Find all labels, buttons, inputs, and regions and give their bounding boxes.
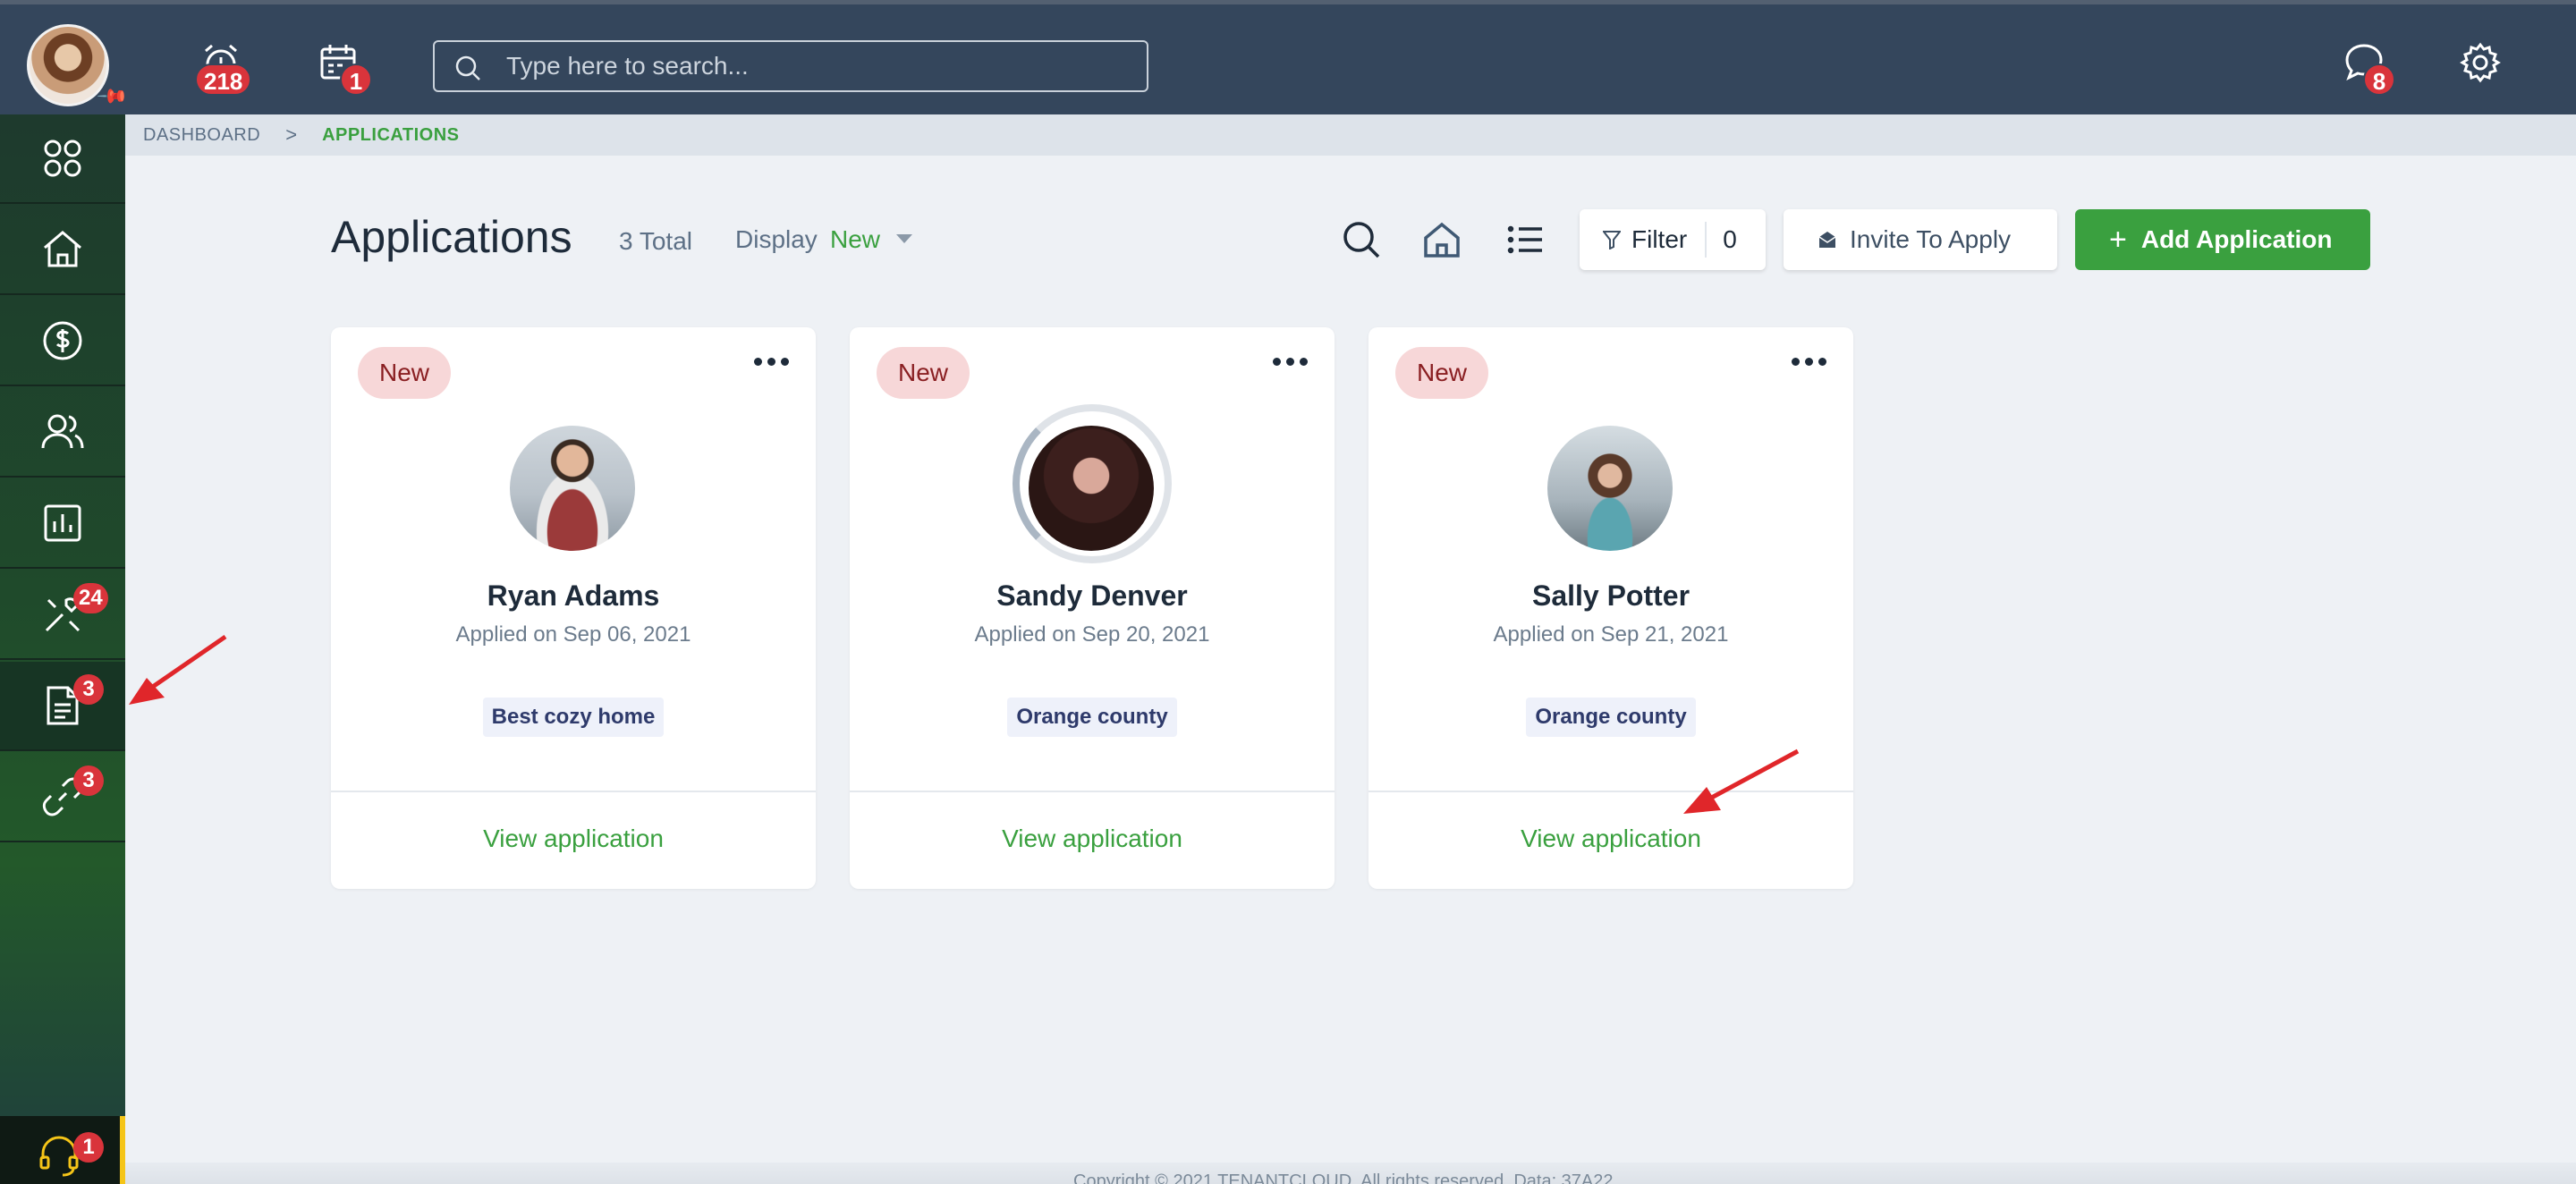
search-icon: [455, 55, 480, 80]
envelope-icon: [1818, 232, 1836, 248]
sidebar-item-reports[interactable]: [0, 479, 125, 569]
filter-divider: [1705, 222, 1707, 258]
sidebar-item-links[interactable]: [0, 753, 125, 842]
applied-date: Applied on Sep 21, 2021: [1493, 622, 1729, 647]
search-input[interactable]: [506, 49, 1123, 83]
breadcrumb-separator: >: [285, 123, 298, 146]
invite-label: Invite To Apply: [1850, 225, 2012, 253]
applications-badge: 3: [73, 674, 104, 705]
footer-copyright: Copyright © 2021 TENANTCLOUD. All rights…: [1073, 1171, 1614, 1184]
funnel-icon: [1603, 231, 1621, 249]
links-badge: 3: [73, 765, 104, 796]
property-label: Orange county: [1007, 698, 1177, 737]
add-application-button[interactable]: + Add Application: [2075, 209, 2370, 270]
people-icon: [41, 414, 84, 449]
display-label: Display: [735, 225, 818, 253]
more-options-icon[interactable]: [1792, 358, 1826, 366]
alarm-badge: 218: [195, 63, 252, 96]
status-badge: New: [1395, 347, 1488, 399]
breadcrumb: DASHBOARD > APPLICATIONS: [125, 114, 2576, 156]
sidebar-item-maintenance[interactable]: [0, 571, 125, 660]
applicant-name: Sally Potter: [1531, 579, 1690, 612]
list-view-icon[interactable]: [1504, 218, 1547, 261]
applicant-name: Ryan Adams: [487, 579, 660, 612]
filter-label: Filter: [1631, 225, 1688, 253]
applicant-avatar: [510, 426, 635, 551]
card-divider: [850, 791, 1335, 792]
status-badge: New: [358, 347, 451, 399]
more-options-icon[interactable]: [754, 358, 789, 366]
applicant-avatar: [1547, 426, 1673, 551]
sidebar-item-applications[interactable]: [0, 662, 125, 751]
annotation-arrow-icon: [1683, 748, 1800, 814]
invite-to-apply-button[interactable]: Invite To Apply: [1784, 209, 2057, 270]
total-count: 3 Total: [619, 227, 692, 255]
breadcrumb-applications: APPLICATIONS: [322, 124, 460, 145]
dollar-icon: [43, 321, 82, 360]
grid-icon: [44, 140, 81, 177]
display-select[interactable]: New: [830, 225, 880, 254]
maintenance-badge: 24: [73, 583, 108, 613]
breadcrumb-dashboard[interactable]: DASHBOARD: [143, 125, 260, 146]
search-icon[interactable]: [1340, 218, 1383, 261]
application-card: New Sandy Denver Applied on Sep 20, 2021…: [850, 327, 1335, 889]
application-card: New Ryan Adams Applied on Sep 06, 2021 B…: [331, 327, 816, 889]
chat-badge: 8: [2363, 63, 2395, 96]
view-application-link[interactable]: View application: [850, 825, 1335, 853]
support-button[interactable]: [0, 1116, 125, 1184]
search-box[interactable]: [433, 40, 1148, 92]
sidebar-item-home[interactable]: [0, 206, 125, 295]
top-bar: 📌 218 1 8: [0, 0, 2576, 114]
more-options-icon[interactable]: [1273, 358, 1308, 366]
sidebar-item-apps[interactable]: [0, 114, 125, 204]
chart-icon: [44, 504, 81, 542]
filter-button[interactable]: Filter 0: [1580, 209, 1766, 270]
calendar-badge: 1: [340, 63, 372, 96]
annotation-arrow-icon: [129, 634, 227, 705]
sidebar-item-people[interactable]: [0, 388, 125, 478]
view-application-link[interactable]: View application: [1368, 825, 1853, 853]
home-view-icon[interactable]: [1420, 218, 1463, 261]
applicant-avatar: [1029, 426, 1154, 551]
applied-date: Applied on Sep 20, 2021: [974, 622, 1210, 647]
sidebar-item-accounting[interactable]: [0, 297, 125, 386]
filter-count: 0: [1723, 225, 1737, 253]
property-label: Orange county: [1526, 698, 1696, 737]
chevron-down-icon[interactable]: [896, 234, 912, 243]
property-label: Best cozy home: [482, 698, 665, 737]
support-badge: 1: [73, 1132, 104, 1163]
applied-date: Applied on Sep 06, 2021: [455, 622, 691, 647]
sidebar: 24 3 3: [0, 114, 125, 1184]
add-application-label: Add Application: [2140, 225, 2333, 253]
status-badge: New: [877, 347, 970, 399]
applicant-name: Sandy Denver: [996, 579, 1188, 612]
card-divider: [331, 791, 816, 792]
page-title: Applications: [331, 212, 572, 262]
settings-gear-icon[interactable]: [2458, 40, 2503, 85]
plus-icon: +: [2109, 222, 2127, 257]
view-application-link[interactable]: View application: [331, 825, 816, 853]
home-icon: [44, 231, 81, 267]
